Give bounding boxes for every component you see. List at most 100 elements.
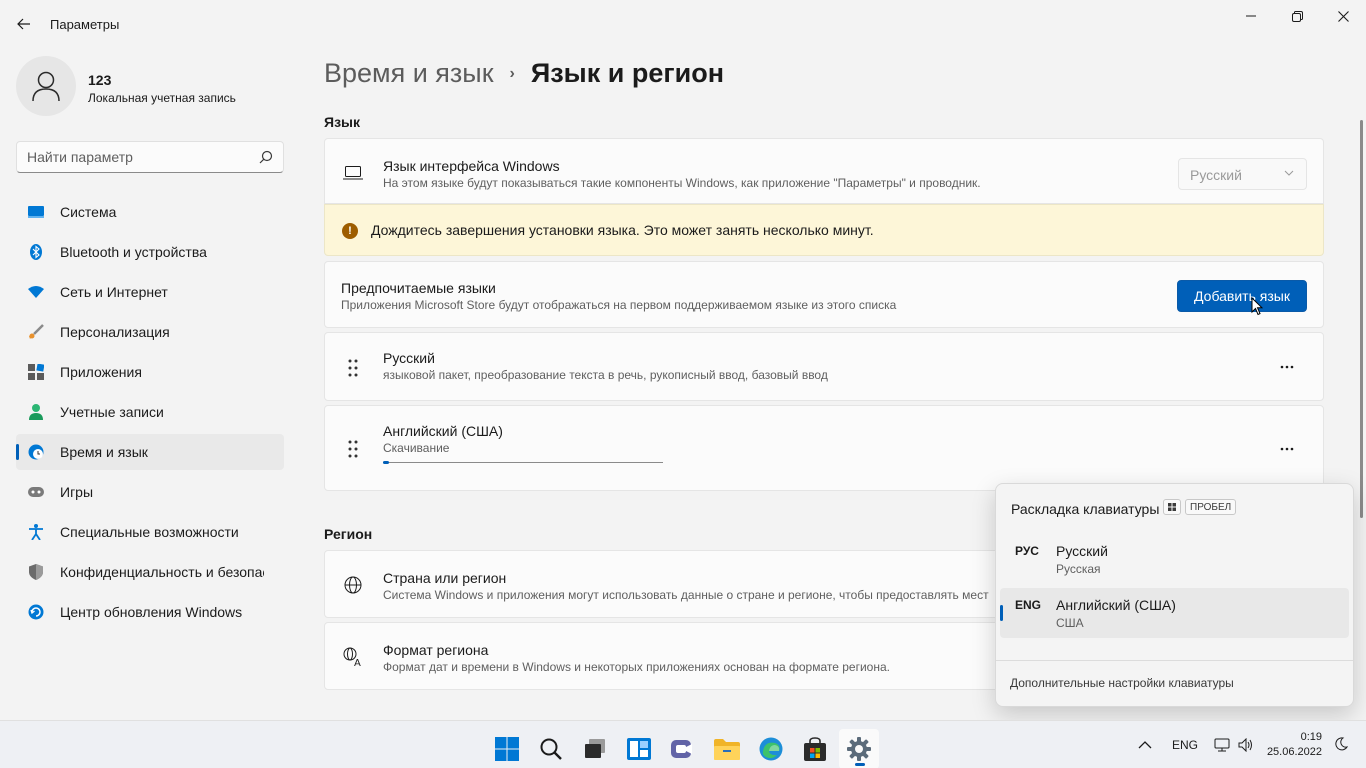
update-icon — [28, 604, 44, 620]
sidebar-item-label: Игры — [60, 484, 94, 500]
brush-icon — [28, 324, 44, 340]
back-button[interactable] — [10, 10, 38, 38]
user-name: 123 — [88, 72, 112, 88]
clock-time: 0:19 — [1300, 731, 1322, 743]
sidebar-item-personalization[interactable]: Персонализация — [16, 314, 284, 350]
person-icon — [32, 71, 60, 102]
edge-button[interactable] — [751, 729, 791, 768]
layout-sub: Русская — [1056, 562, 1101, 576]
shield-icon — [28, 564, 44, 580]
language-row-english[interactable]: Английский (США) Скачивание — [324, 405, 1324, 491]
sidebar-item-network[interactable]: Сеть и Интернет — [16, 274, 284, 310]
focus-assist-icon[interactable] — [1334, 737, 1348, 751]
clock[interactable]: 0:19 25.06.2022 — [1267, 730, 1322, 760]
taskbar-search-button[interactable] — [531, 729, 571, 768]
keyboard-layout-flyout: Раскладка клавиатуры ПРОБЕЛ РУС Русский … — [995, 483, 1354, 707]
more-icon — [1280, 365, 1294, 369]
arrow-left-icon — [17, 18, 30, 30]
download-status: Скачивание — [383, 441, 450, 455]
windows-start-icon — [495, 737, 519, 761]
sidebar-item-label: Центр обновления Windows — [60, 604, 243, 620]
add-language-button[interactable]: Добавить язык — [1177, 280, 1307, 312]
sidebar-item-system[interactable]: Система — [16, 194, 284, 230]
close-button[interactable] — [1320, 0, 1366, 32]
start-button[interactable] — [487, 729, 527, 768]
minimize-button[interactable] — [1228, 0, 1274, 32]
language-detail: языковой пакет, преобразование текста в … — [383, 368, 828, 382]
chevron-up-icon[interactable] — [1138, 741, 1152, 749]
sidebar-item-time-language[interactable]: Время и язык — [16, 434, 284, 470]
chat-button[interactable] — [663, 729, 703, 768]
sidebar-item-label: Специальные возможности — [60, 524, 239, 540]
accessibility-icon — [28, 524, 44, 540]
title-bar: Параметры — [0, 0, 1366, 48]
apps-icon — [28, 364, 44, 380]
sidebar-item-label: Учетные записи — [60, 404, 164, 420]
country-region-subtitle: Система Windows и приложения могут испол… — [383, 588, 989, 602]
sidebar-item-bluetooth[interactable]: Bluetooth и устройства — [16, 234, 284, 270]
user-profile[interactable]: 123 Локальная учетная запись — [16, 56, 286, 120]
more-options-button[interactable] — [1277, 439, 1297, 459]
avatar — [16, 56, 76, 116]
file-explorer-button[interactable] — [707, 729, 747, 768]
sidebar-item-label: Система — [60, 204, 117, 220]
space-key: ПРОБЕЛ — [1185, 499, 1237, 515]
chat-icon — [671, 740, 692, 758]
input-language-indicator[interactable]: ENG — [1172, 738, 1198, 752]
preferred-languages-title: Предпочитаемые языки — [341, 280, 496, 296]
display-language-title: Язык интерфейса Windows — [383, 158, 560, 174]
language-name: Русский — [383, 350, 435, 366]
sidebar-item-gaming[interactable]: Игры — [16, 474, 284, 510]
sidebar-item-apps[interactable]: Приложения — [16, 354, 284, 390]
display-language-dropdown[interactable]: Русский — [1178, 158, 1307, 190]
widgets-button[interactable] — [619, 729, 659, 768]
chevron-down-icon — [1284, 170, 1294, 176]
sidebar-item-windows-update[interactable]: Центр обновления Windows — [16, 594, 284, 630]
language-row-russian[interactable]: Русский языковой пакет, преобразование т… — [324, 332, 1324, 401]
divider — [996, 660, 1353, 661]
page-title: Язык и регион — [530, 58, 725, 88]
more-icon — [1280, 447, 1294, 451]
sidebar-item-accessibility[interactable]: Специальные возможности — [16, 514, 284, 550]
keyboard-option-russian[interactable]: РУС Русский Русская — [1000, 534, 1349, 584]
search-box[interactable] — [16, 141, 284, 173]
scrollbar[interactable] — [1360, 120, 1363, 518]
app-title: Параметры — [50, 17, 120, 32]
layout-name: Английский (США) — [1056, 597, 1176, 613]
breadcrumb-separator: › — [509, 64, 515, 82]
display-language-card: Язык интерфейса Windows На этом языке бу… — [324, 138, 1324, 204]
network-icon[interactable] — [1214, 738, 1230, 752]
sidebar-item-label: Сеть и Интернет — [60, 284, 168, 300]
preferred-languages-card: Предпочитаемые языки Приложения Microsof… — [324, 261, 1324, 328]
drag-handle-icon[interactable] — [347, 358, 359, 378]
flyout-title: Раскладка клавиатуры — [1011, 501, 1160, 517]
search-icon[interactable] — [259, 150, 273, 164]
keyboard-option-english[interactable]: ENG Английский (США) США — [1000, 588, 1349, 638]
person-icon — [28, 404, 44, 420]
sidebar-item-label: Bluetooth и устройства — [60, 244, 207, 260]
settings-taskbar-button[interactable] — [839, 729, 879, 768]
more-options-button[interactable] — [1277, 357, 1297, 377]
drag-handle-icon[interactable] — [347, 439, 359, 459]
install-warning-banner: ! Дождитесь завершения установки языка. … — [324, 204, 1324, 256]
shortcut-hint: ПРОБЕЛ — [1163, 499, 1237, 515]
restore-icon — [1291, 10, 1303, 22]
task-view-button[interactable] — [575, 729, 615, 768]
edge-icon — [759, 737, 783, 761]
monitor-icon — [28, 204, 44, 220]
section-title-region: Регион — [324, 526, 373, 542]
breadcrumb-parent[interactable]: Время и язык — [324, 58, 494, 89]
volume-icon[interactable] — [1238, 738, 1254, 752]
layout-code: РУС — [1015, 544, 1039, 558]
system-tray: ENG — [1138, 721, 1262, 768]
sidebar-item-accounts[interactable]: Учетные записи — [16, 394, 284, 430]
sidebar-item-privacy[interactable]: Конфиденциальность и безопасность — [16, 554, 284, 590]
restore-button[interactable] — [1274, 0, 1320, 32]
country-region-title: Страна или регион — [383, 570, 507, 586]
search-input[interactable] — [27, 148, 247, 166]
store-button[interactable] — [795, 729, 835, 768]
windows-key — [1163, 499, 1181, 515]
clock-date: 25.06.2022 — [1266, 746, 1322, 758]
dropdown-value: Русский — [1190, 167, 1242, 183]
more-keyboard-settings-link[interactable]: Дополнительные настройки клавиатуры — [1010, 676, 1234, 690]
